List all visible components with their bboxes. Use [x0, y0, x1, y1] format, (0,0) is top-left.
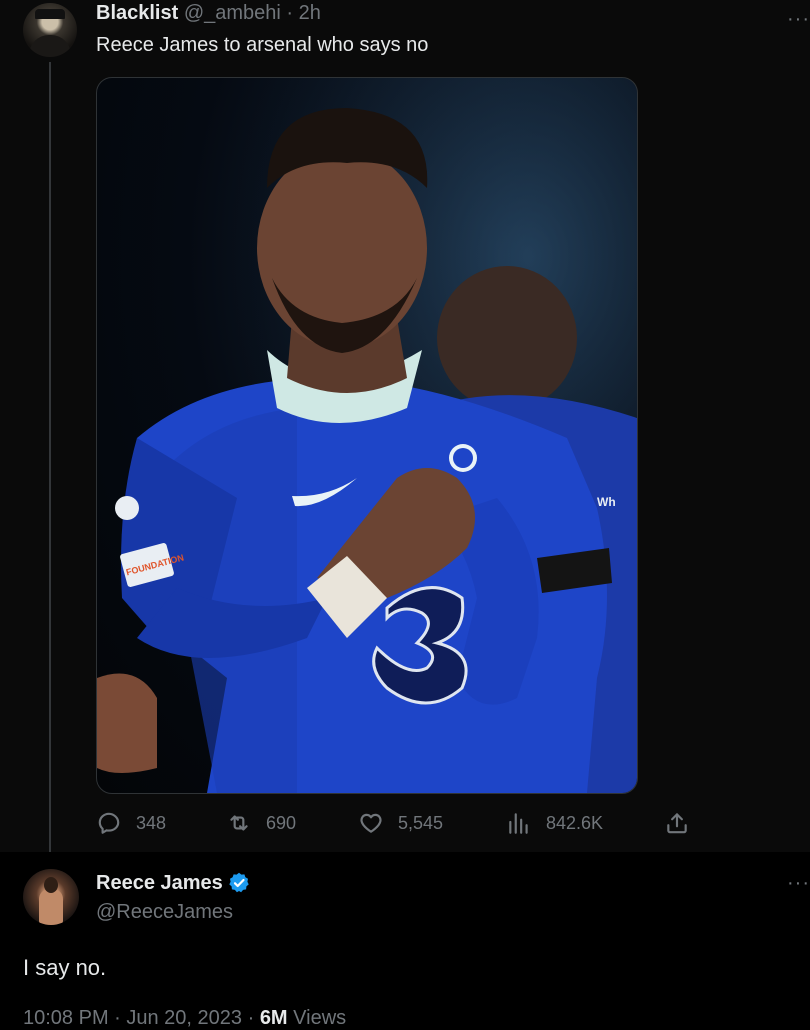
- verified-badge-icon: [229, 872, 249, 893]
- more-icon[interactable]: ···: [787, 8, 810, 31]
- like-icon: [360, 813, 382, 833]
- original-tweet[interactable]: Blacklist @_ambehi · 2h ··· Reece James …: [0, 0, 810, 852]
- retweet-button[interactable]: 690: [226, 806, 296, 840]
- tweet-meta: 10:08 PM · Jun 20, 2023 · 6M Views: [23, 1007, 346, 1030]
- reply-icon: [98, 812, 120, 834]
- views-count: 6M: [259, 1007, 288, 1029]
- tweet-text: I say no.: [23, 955, 107, 980]
- author-name-row: Reece James: [96, 871, 251, 895]
- more-icon[interactable]: ···: [787, 872, 810, 895]
- author-name[interactable]: Blacklist: [96, 2, 178, 24]
- avatar[interactable]: [23, 3, 77, 57]
- tweet-header: Blacklist @_ambehi · 2h: [96, 2, 321, 25]
- avatar[interactable]: [23, 869, 79, 925]
- like-count: 5,545: [398, 812, 444, 833]
- author-handle[interactable]: @_ambehi: [184, 2, 281, 24]
- tweet-time[interactable]: · 2h: [286, 2, 320, 24]
- like-button[interactable]: 5,545: [358, 806, 443, 840]
- reply-button[interactable]: 348: [96, 806, 166, 840]
- tweet-actions: 348 690 5,545 842.6K: [96, 806, 696, 840]
- tweet-text: Reece James to arsenal who says no: [96, 34, 429, 56]
- sponsor-text: Wh: [597, 495, 616, 509]
- author-handle[interactable]: @ReeceJames: [96, 901, 233, 924]
- avatar-hat: [35, 9, 65, 19]
- retweet-icon: [230, 815, 248, 831]
- share-icon: [667, 813, 687, 834]
- retweet-count: 690: [266, 812, 297, 833]
- views-icon: [509, 813, 528, 834]
- avatar-head: [44, 877, 58, 893]
- thread-line: [49, 62, 51, 852]
- avatar-coat: [29, 35, 71, 57]
- reply-tweet[interactable]: Reece James @ReeceJames ··· I say no. 10…: [0, 852, 810, 1029]
- tweet-timestamp[interactable]: 10:08 PM · Jun 20, 2023 ·: [23, 1007, 260, 1029]
- views-label: Views: [287, 1007, 347, 1029]
- views-button[interactable]: 842.6K: [506, 806, 603, 840]
- player-photo-illustration: FOUNDATION Wh: [97, 78, 637, 793]
- views-count: 842.6K: [546, 812, 604, 833]
- tweet-photo[interactable]: FOUNDATION Wh: [96, 77, 638, 794]
- reply-count: 348: [136, 812, 167, 833]
- avatar-torso: [39, 889, 63, 925]
- share-button[interactable]: [664, 806, 704, 840]
- author-name[interactable]: Reece James: [96, 872, 223, 895]
